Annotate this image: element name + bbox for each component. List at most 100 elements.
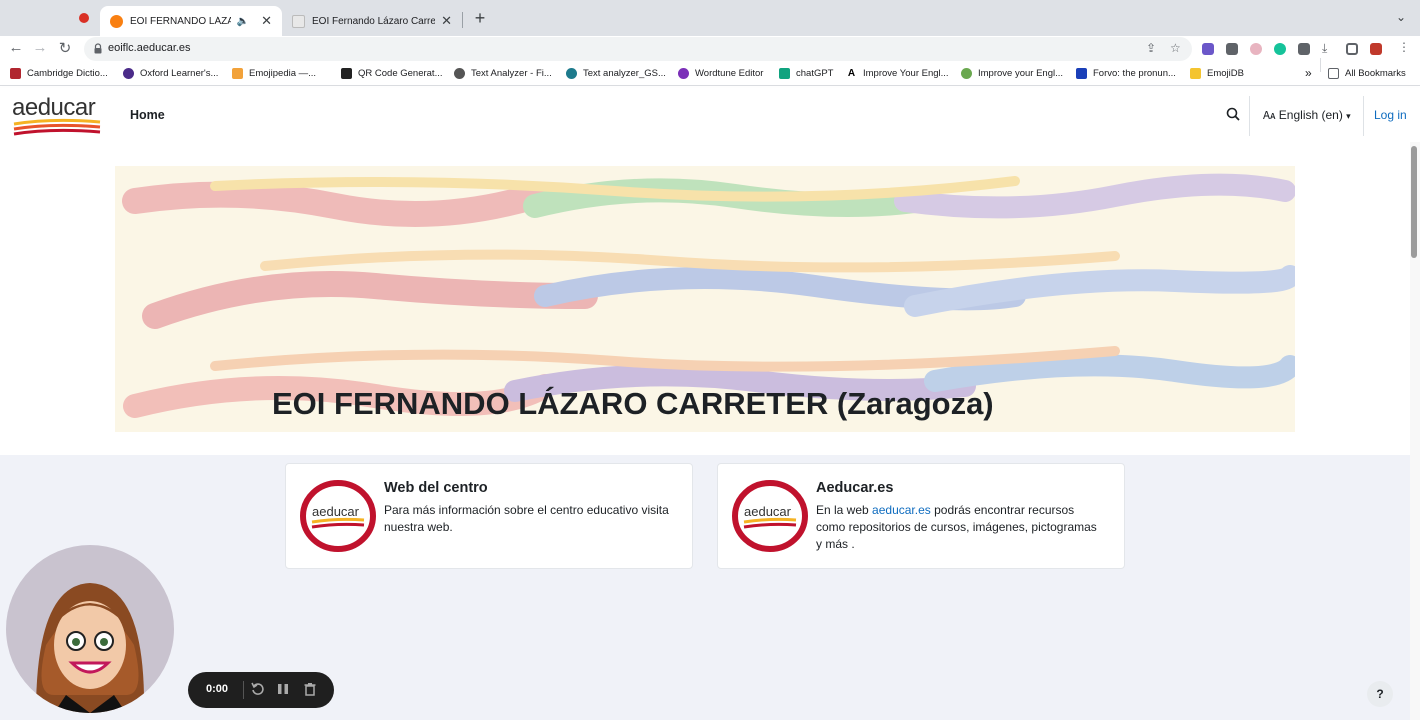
tab-separator <box>462 12 463 28</box>
bookmark-label: Emojipedia —... <box>249 68 317 79</box>
card-aeducar[interactable]: aeducar Aeducar.es En la web aeducar.es … <box>717 463 1125 569</box>
trash-icon[interactable] <box>302 681 318 697</box>
screen-recorder-controls: 0:00 <box>188 672 334 708</box>
logo-stripes-icon <box>13 118 101 136</box>
card-text-before: En la web <box>816 503 873 517</box>
browser-toolbar: ← → ↻ eoiflc.aeducar.es ⇪ ☆ ⤓ ⋮ <box>0 36 1420 62</box>
profile-icon[interactable] <box>1370 43 1382 55</box>
forvo-icon <box>1076 68 1087 79</box>
close-tab-icon[interactable]: ✕ <box>441 13 452 29</box>
restart-icon[interactable] <box>250 681 266 697</box>
language-icon: 🗛 <box>1263 110 1276 122</box>
nav-home-link[interactable]: Home <box>130 108 165 122</box>
extension-icon[interactable] <box>1250 43 1262 55</box>
audio-playing-icon[interactable]: 🔈 <box>237 16 249 27</box>
recorder-divider <box>243 681 244 699</box>
webcam-avatar <box>6 545 174 713</box>
search-icon[interactable] <box>1226 107 1240 121</box>
address-bar[interactable]: eoiflc.aeducar.es ⇪ ☆ <box>84 37 1192 61</box>
download-icon[interactable]: ⤓ <box>1322 41 1327 56</box>
chatgpt-icon <box>779 68 790 79</box>
all-bookmarks-label: All Bookmarks <box>1345 68 1406 79</box>
aeducar-link[interactable]: aeducar.es <box>872 503 931 517</box>
login-link[interactable]: Log in <box>1374 108 1407 122</box>
improve-english-icon <box>961 68 972 79</box>
oxford-icon <box>123 68 134 79</box>
qr-code-icon <box>341 68 352 79</box>
forward-arrow-icon[interactable]: → <box>30 39 50 56</box>
bookmark-item[interactable]: Wordtune Editor <box>678 68 763 79</box>
card-title: Aeducar.es <box>816 480 894 496</box>
header-divider <box>1249 96 1250 136</box>
bookmark-item[interactable]: Text analyzer_GS... <box>566 68 666 79</box>
tab-title: EOI FERNANDO LÁZARO C <box>130 15 231 27</box>
moodle-favicon-icon <box>110 14 123 28</box>
globe-icon <box>454 68 465 79</box>
new-tab-button[interactable]: + <box>470 8 490 29</box>
extension-icon[interactable] <box>1226 43 1238 55</box>
close-tab-icon[interactable]: ✕ <box>261 13 272 29</box>
bookmark-label: Text analyzer_GS... <box>583 68 666 79</box>
tab-search-chevron-icon[interactable]: ⌄ <box>1396 10 1406 24</box>
wordtune-icon <box>678 68 689 79</box>
page-content: EOI FERNANDO LÁZARO CARRETER (Zaragoza) … <box>0 142 1410 720</box>
bookmark-label: Forvo: the pronun... <box>1093 68 1176 79</box>
emojipedia-icon <box>232 68 243 79</box>
grammarly-icon[interactable] <box>1274 43 1286 55</box>
language-menu[interactable]: 🗛 English (en) ▾ <box>1263 108 1351 123</box>
scrollbar-thumb[interactable] <box>1411 146 1417 258</box>
bookmark-item[interactable]: Forvo: the pronun... <box>1076 68 1176 79</box>
bookmark-star-icon[interactable]: ☆ <box>1170 41 1181 55</box>
bookmark-item[interactable]: Text Analyzer - Fi... <box>454 68 552 79</box>
bookmarks-divider <box>1320 58 1321 72</box>
bookmark-label: chatGPT <box>796 68 834 79</box>
bookmark-item[interactable]: Oxford Learner's... <box>123 68 218 79</box>
site-favicon-icon <box>292 14 305 28</box>
card-description: Para más información sobre el centro edu… <box>384 503 669 534</box>
language-label: English (en) <box>1278 108 1343 122</box>
cambridge-icon <box>10 68 21 79</box>
svg-text:aeducar: aeducar <box>312 504 360 519</box>
aeducar-logo[interactable]: aeducar <box>12 94 102 138</box>
bookmark-label: EmojiDB <box>1207 68 1244 79</box>
bookmark-label: Cambridge Dictio... <box>27 68 108 79</box>
overflow-label: » <box>1305 66 1312 80</box>
bookmarks-bar: Cambridge Dictio... Oxford Learner's... … <box>0 58 1420 86</box>
bitmoji-avatar-icon <box>36 583 145 713</box>
side-panel-icon[interactable] <box>1346 43 1358 55</box>
bookmark-item[interactable]: QR Code Generat... <box>341 68 442 79</box>
pause-icon[interactable] <box>275 681 291 697</box>
all-bookmarks-button[interactable]: All Bookmarks <box>1328 68 1406 79</box>
bookmark-label: Wordtune Editor <box>695 68 764 79</box>
share-icon[interactable]: ⇪ <box>1146 41 1156 55</box>
help-button[interactable]: ? <box>1367 681 1393 707</box>
svg-text:aeducar: aeducar <box>744 504 792 519</box>
bookmark-label: QR Code Generat... <box>358 68 443 79</box>
bookmark-item[interactable]: Improve your Engl... <box>961 68 1063 79</box>
reload-icon[interactable]: ↻ <box>55 39 75 57</box>
recording-indicator-icon <box>79 13 89 23</box>
folder-icon <box>1328 68 1339 79</box>
bookmark-item[interactable]: A Improve Your Engl... <box>846 68 949 79</box>
bookmark-item[interactable]: chatGPT <box>779 68 834 79</box>
card-web-del-centro[interactable]: aeducar Web del centro Para más informac… <box>285 463 693 569</box>
puzzle-extensions-icon[interactable] <box>1298 43 1310 55</box>
url-text: eoiflc.aeducar.es <box>108 42 191 54</box>
chrome-menu-icon[interactable]: ⋮ <box>1398 40 1410 54</box>
tab-eoi-fernando-lazaro-carreter[interactable]: EOI Fernando Lázaro Carreter ✕ <box>282 6 462 36</box>
browser-tab-strip: EOI FERNANDO LÁZARO C 🔈 ✕ EOI Fernando L… <box>0 0 1420 36</box>
bookmark-label: Improve Your Engl... <box>863 68 949 79</box>
tab-eoi-fernando-lazaro[interactable]: EOI FERNANDO LÁZARO C 🔈 ✕ <box>100 6 282 36</box>
extension-icon[interactable] <box>1202 43 1214 55</box>
card-title: Web del centro <box>384 480 488 496</box>
card-description: En la web aeducar.es podrás encontrar re… <box>816 502 1106 553</box>
bookmark-item[interactable]: Cambridge Dictio... <box>10 68 108 79</box>
back-arrow-icon[interactable]: ← <box>6 39 26 56</box>
bookmarks-overflow-button[interactable]: » <box>1305 66 1312 80</box>
aeducar-badge-icon: aeducar <box>732 480 808 552</box>
bookmark-item[interactable]: EmojiDB <box>1190 68 1244 79</box>
text-analyzer-icon <box>566 68 577 79</box>
bookmark-item[interactable]: Emojipedia —... <box>232 68 316 79</box>
page-title: EOI FERNANDO LÁZARO CARRETER (Zaragoza) <box>272 386 994 421</box>
bookmark-label: Text Analyzer - Fi... <box>471 68 552 79</box>
